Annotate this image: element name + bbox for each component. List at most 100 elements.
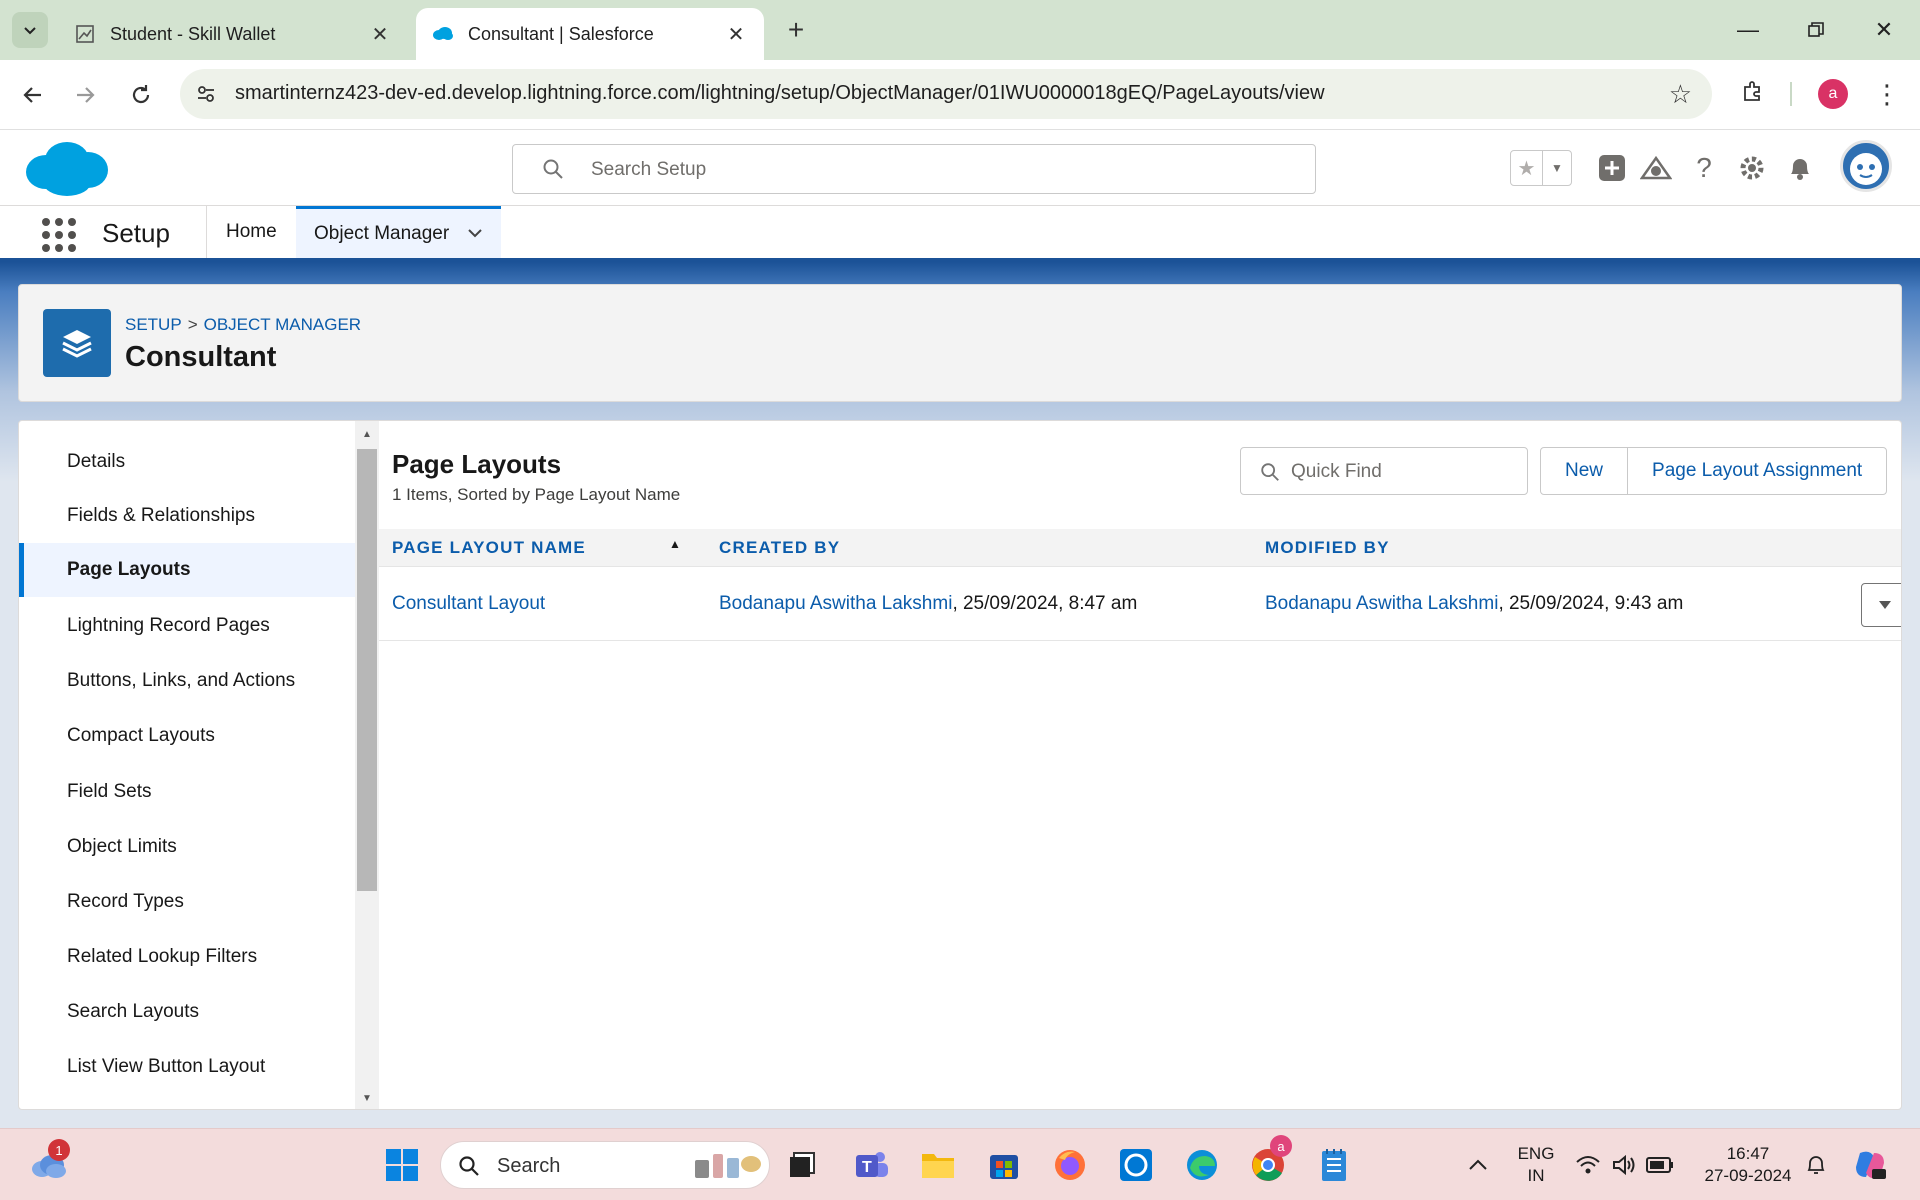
nav-item-label: Home (226, 221, 277, 242)
wifi-icon[interactable] (1570, 1143, 1606, 1187)
back-button[interactable] (14, 76, 52, 114)
modified-by-user-link[interactable]: Bodanapu Aswitha Lakshmi (1265, 593, 1498, 614)
edge-icon[interactable] (1180, 1143, 1224, 1187)
browser-profile-avatar[interactable]: a (1818, 79, 1848, 109)
address-bar[interactable]: smartinternz423-dev-ed.develop.lightning… (180, 69, 1712, 119)
close-tab-icon[interactable]: ✕ (368, 22, 392, 46)
star-icon[interactable]: ★ (1511, 151, 1543, 185)
arrow-left-icon (23, 87, 41, 103)
page-layout-assignment-button[interactable]: Page Layout Assignment (1627, 448, 1886, 494)
svg-text:T: T (862, 1159, 872, 1176)
salesforce-global-header: Search Setup ★ ▼ ? (0, 130, 1920, 206)
region-code: IN (1527, 1166, 1545, 1185)
sidebar-item-page-layouts[interactable]: Page Layouts (19, 543, 355, 597)
help-icon[interactable]: ? (1686, 150, 1722, 186)
sidebar-item-details[interactable]: Details (19, 435, 355, 489)
copilot-icon[interactable] (1848, 1143, 1892, 1187)
show-hidden-icons-chevron-icon[interactable] (1456, 1143, 1500, 1187)
layers-icon (43, 309, 111, 377)
sidebar-item-fields-relationships[interactable]: Fields & Relationships (19, 489, 355, 543)
notepad-icon[interactable] (1312, 1143, 1356, 1187)
sort-ascending-icon[interactable]: ▲ (669, 537, 681, 551)
nav-item-home[interactable]: Home (208, 206, 295, 258)
notifications-bell-icon[interactable] (1782, 150, 1818, 186)
sidebar-item-field-sets[interactable]: Field Sets (19, 765, 355, 819)
reload-button[interactable] (122, 76, 160, 114)
breadcrumb: SETUP > OBJECT MANAGER (125, 315, 361, 335)
salesforce-cloud-icon (432, 23, 454, 45)
breadcrumb-setup[interactable]: SETUP (125, 315, 182, 334)
site-info-icon[interactable] (194, 82, 218, 106)
layout-name-link[interactable]: Consultant Layout (392, 593, 545, 614)
sidebar-item-buttons-links-actions[interactable]: Buttons, Links, and Actions (19, 654, 355, 708)
sidebar-item-record-types[interactable]: Record Types (19, 875, 355, 929)
new-tab-button[interactable]: + (780, 14, 812, 46)
sidebar-item-object-limits[interactable]: Object Limits (19, 820, 355, 874)
quick-find-placeholder: Quick Find (1291, 461, 1382, 482)
breadcrumb-object-manager[interactable]: OBJECT MANAGER (204, 315, 361, 334)
created-by-cell: Bodanapu Aswitha Lakshmi, 25/09/2024, 8:… (719, 593, 1137, 615)
tab-search-button[interactable] (12, 12, 48, 48)
file-explorer-icon[interactable] (916, 1143, 960, 1187)
table-row: Consultant Layout Bodanapu Aswitha Laksh… (379, 567, 1901, 641)
gear-icon[interactable] (1734, 150, 1770, 186)
caret-down-icon[interactable]: ▼ (1543, 151, 1571, 185)
global-actions-icon[interactable] (1594, 150, 1630, 186)
forward-button[interactable] (66, 76, 104, 114)
column-header-modified-by[interactable]: MODIFIED BY (1265, 538, 1390, 558)
input-language-indicator[interactable]: ENG IN (1512, 1143, 1560, 1187)
column-header-page-layout-name[interactable]: PAGE LAYOUT NAME (392, 538, 586, 558)
url-text[interactable]: smartinternz423-dev-ed.develop.lightning… (235, 82, 1325, 105)
clock[interactable]: 16:47 27-09-2024 (1688, 1143, 1808, 1187)
sidebar-item-lightning-record-pages[interactable]: Lightning Record Pages (19, 599, 355, 653)
breadcrumb-separator: > (187, 315, 198, 334)
sidebar-scrollbar-thumb[interactable] (357, 449, 377, 891)
column-header-created-by[interactable]: CREATED BY (719, 538, 840, 558)
tab-student-skill-wallet[interactable]: Student - Skill Wallet ✕ (58, 8, 408, 60)
windows-start-icon[interactable] (380, 1143, 424, 1187)
row-actions-dropdown[interactable] (1861, 583, 1901, 627)
teams-icon[interactable]: T (850, 1143, 894, 1187)
sidebar-item-search-layouts[interactable]: Search Layouts (19, 985, 355, 1039)
favorites-button[interactable]: ★ ▼ (1510, 150, 1572, 186)
created-by-user-link[interactable]: Bodanapu Aswitha Lakshmi (719, 593, 952, 614)
volume-icon[interactable] (1606, 1143, 1642, 1187)
battery-icon[interactable] (1642, 1143, 1678, 1187)
sidebar-item-compact-layouts[interactable]: Compact Layouts (19, 709, 355, 763)
caret-down-icon (1879, 601, 1891, 609)
microsoft-store-icon[interactable] (982, 1143, 1026, 1187)
scroll-up-arrow-icon[interactable]: ▲ (355, 425, 379, 443)
browser-menu-icon[interactable]: ⋮ (1872, 76, 1902, 112)
cortana-icon[interactable] (1114, 1143, 1158, 1187)
salesforce-logo[interactable] (22, 138, 112, 203)
minimize-window-button[interactable]: — (1728, 10, 1768, 50)
taskbar-search-input[interactable]: Search (440, 1141, 770, 1189)
modified-date: , 25/09/2024, 9:43 am (1498, 593, 1684, 614)
sidebar-item-related-lookup-filters[interactable]: Related Lookup Filters (19, 930, 355, 984)
trailhead-icon[interactable] (1638, 150, 1674, 186)
nav-item-object-manager[interactable]: Object Manager (296, 206, 502, 258)
firefox-icon[interactable] (1048, 1143, 1092, 1187)
close-window-button[interactable]: ✕ (1864, 10, 1904, 50)
app-navigation-bar: Setup Home Object Manager (0, 206, 1920, 262)
new-button[interactable]: New (1541, 448, 1627, 494)
setup-search-input[interactable]: Search Setup (512, 144, 1316, 194)
restore-window-button[interactable] (1796, 10, 1836, 50)
task-view-icon[interactable] (780, 1143, 824, 1187)
section-title: Page Layouts (392, 449, 562, 479)
extensions-icon[interactable] (1738, 76, 1768, 106)
close-tab-icon[interactable]: ✕ (724, 22, 748, 46)
notification-bell-icon[interactable] (1798, 1143, 1834, 1187)
chevron-down-icon[interactable] (467, 225, 483, 243)
browser-tab-bar: Student - Skill Wallet ✕ Consultant | Sa… (0, 0, 1920, 60)
sidebar-item-list-view-button-layout[interactable]: List View Button Layout (19, 1040, 355, 1094)
action-button-group: New Page Layout Assignment (1540, 447, 1888, 495)
user-avatar[interactable] (1840, 140, 1892, 192)
object-header: SETUP > OBJECT MANAGER Consultant (18, 284, 1902, 402)
app-launcher-icon[interactable] (42, 218, 76, 252)
bookmark-star-icon[interactable]: ☆ (1669, 79, 1692, 110)
weather-notification-badge: 1 (48, 1139, 70, 1161)
quick-find-input[interactable]: Quick Find (1240, 447, 1528, 495)
tab-consultant-salesforce[interactable]: Consultant | Salesforce ✕ (416, 8, 764, 60)
scroll-down-arrow-icon[interactable]: ▼ (355, 1089, 379, 1107)
